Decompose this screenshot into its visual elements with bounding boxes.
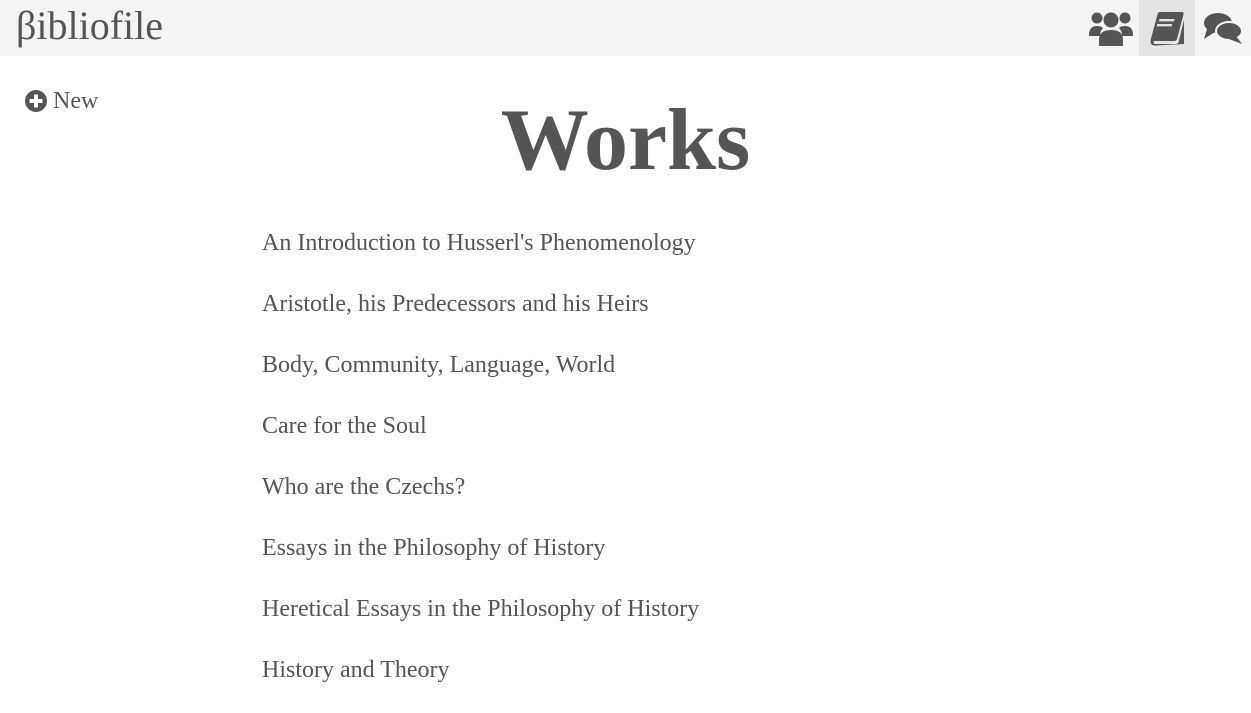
comments-icon xyxy=(1204,13,1243,44)
work-item[interactable]: Essays in the Philosophy of History xyxy=(262,530,699,566)
work-item[interactable]: Aristotle, his Predecessors and his Heir… xyxy=(262,286,699,322)
nav-item-works[interactable] xyxy=(1139,0,1195,56)
brand-logo[interactable]: βibliofile xyxy=(16,4,163,48)
nav-icon-group xyxy=(1083,0,1251,56)
work-item[interactable]: Body, Community, Language, World xyxy=(262,347,699,383)
works-list: An Introduction to Husserl's Phenomenolo… xyxy=(262,225,699,713)
work-item[interactable]: Heretical Essays in the Philosophy of Hi… xyxy=(262,591,699,627)
work-item[interactable]: Who are the Czechs? xyxy=(262,469,699,505)
work-item[interactable]: Care for the Soul xyxy=(262,408,699,444)
work-item[interactable]: An Introduction to Husserl's Phenomenolo… xyxy=(262,225,699,261)
page-title: Works xyxy=(500,92,751,189)
users-icon xyxy=(1089,12,1133,46)
work-item[interactable]: History and Theory xyxy=(262,652,699,688)
nav-item-users[interactable] xyxy=(1083,0,1139,56)
book-icon xyxy=(1150,12,1184,46)
nav-item-discussions[interactable] xyxy=(1195,0,1251,56)
top-navbar: βibliofile xyxy=(0,0,1251,56)
